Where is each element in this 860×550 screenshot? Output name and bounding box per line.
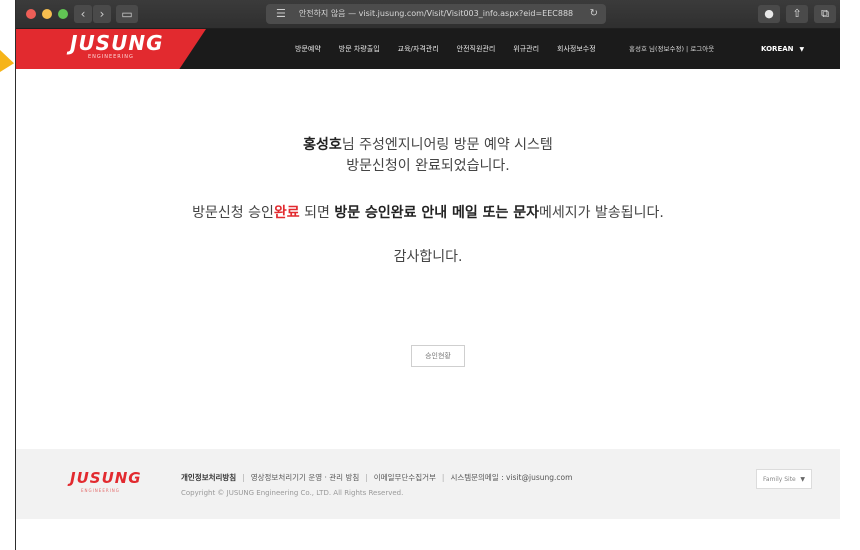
footer-logo-sub: ENGINEERING bbox=[81, 488, 120, 493]
message-line-2: 방문신청이 완료되었습니다. bbox=[346, 158, 510, 174]
site-header: JUSUNG ENGINEERING 방문예약 방문 차량출입 교육/자격관리 … bbox=[16, 29, 840, 69]
message-line-3-highlight: 완료 bbox=[273, 205, 300, 221]
message-line-1-text: 님 주성엔지니어링 방문 예약 시스템 bbox=[341, 137, 553, 153]
browser-titlebar: ‹ › ▭ ☰ 안전하지 않음 — visit.jusung.com/Visit… bbox=[16, 0, 840, 29]
chevron-down-icon: ▼ bbox=[799, 46, 805, 53]
message-line-1: 홍성호님 주성엔지니어링 방문 예약 시스템 bbox=[16, 134, 840, 154]
site-footer: JUSUNG ENGINEERING 개인정보처리방침 | 영상정보처리기기 운영 … bbox=[16, 449, 840, 519]
main-content: 홍성호님 주성엔지니어링 방문 예약 시스템 방문신청이 완료되었습니다. 방문… bbox=[16, 69, 840, 449]
chevron-down-icon: ▼ bbox=[800, 476, 805, 483]
approval-status-button[interactable]: 승인현황 bbox=[411, 345, 465, 367]
maximize-window-button[interactable] bbox=[58, 9, 68, 19]
nav-education[interactable]: 교육/자격관리 bbox=[389, 29, 448, 69]
nav-company-info[interactable]: 회사정보수정 bbox=[548, 29, 605, 69]
footer-links: 개인정보처리방침 | 영상정보처리기기 운영 · 관리 방침 | 이메일무단수집거부 | 시… bbox=[181, 472, 572, 483]
message-line-3-part1: 방문신청 승인 bbox=[192, 205, 274, 221]
copyright: Copyright © JUSUNG Engineering Co., LTD.… bbox=[181, 489, 404, 497]
message-line-3: 방문신청 승인완료 되면 방문 승인완료 안내 메일 또는 문자메세지가 발송됩… bbox=[16, 202, 840, 222]
family-site-label: Family Site bbox=[763, 476, 796, 483]
share-icon[interactable]: ⇧ bbox=[786, 5, 808, 23]
footer-separator: | bbox=[441, 473, 445, 482]
nav-visit-reservation[interactable]: 방문예약 bbox=[286, 29, 330, 69]
message-line-3-part3: 메세지가 발송됩니다. bbox=[539, 205, 664, 221]
forward-icon[interactable]: › bbox=[93, 5, 111, 23]
nav-safety-staff[interactable]: 안전직원관리 bbox=[448, 29, 505, 69]
message-line-4: 감사합니다. bbox=[393, 249, 463, 265]
language-label: KOREAN bbox=[761, 45, 794, 53]
sidebar-toggle-icon[interactable]: ▭ bbox=[116, 5, 138, 23]
back-icon[interactable]: ‹ bbox=[74, 5, 92, 23]
tabs-overview-icon[interactable]: ⧉ bbox=[814, 5, 836, 23]
footer-link-cctv[interactable]: 영상정보처리기기 운영 · 관리 방침 bbox=[251, 473, 360, 482]
reload-icon[interactable]: ↻ bbox=[590, 4, 598, 24]
site-logo-sub: ENGINEERING bbox=[88, 54, 134, 60]
address-bar[interactable]: ☰ 안전하지 않음 — visit.jusung.com/Visit/Visit… bbox=[266, 4, 606, 24]
nav-vehicle-entry[interactable]: 방문 차량출입 bbox=[330, 29, 389, 69]
extension-icon[interactable]: ● bbox=[758, 5, 780, 23]
browser-window: ‹ › ▭ ☰ 안전하지 않음 — visit.jusung.com/Visit… bbox=[15, 0, 840, 550]
footer-separator: | bbox=[242, 473, 245, 482]
footer-link-email-refusal[interactable]: 이메일무단수집거부 bbox=[374, 473, 436, 482]
message-line-3-part2: 되면 bbox=[299, 205, 335, 221]
reader-menu-icon[interactable]: ☰ bbox=[276, 4, 286, 24]
footer-logo: JUSUNG bbox=[70, 469, 142, 487]
footer-contact-email[interactable]: 시스템문의메일 : visit@jusung.com bbox=[450, 473, 572, 482]
minimize-window-button[interactable] bbox=[42, 9, 52, 19]
nav-violation[interactable]: 위규관리 bbox=[504, 29, 548, 69]
footer-separator: | bbox=[365, 473, 368, 482]
language-select[interactable]: KOREAN ▼ bbox=[761, 29, 804, 70]
close-window-button[interactable] bbox=[26, 9, 36, 19]
family-site-select[interactable]: Family Site ▼ bbox=[756, 469, 812, 489]
address-text: 안전하지 않음 — visit.jusung.com/Visit/Visit00… bbox=[298, 9, 574, 18]
message-line-3-bold: 방문 승인완료 안내 메일 또는 문자 bbox=[334, 205, 540, 221]
annotation-arrow bbox=[0, 50, 14, 72]
site-logo: JUSUNG bbox=[70, 31, 164, 55]
main-nav: 방문예약 방문 차량출입 교육/자격관리 안전직원관리 위규관리 회사정보수정 bbox=[286, 29, 605, 69]
user-links[interactable]: 홍성호 님(정보수정) | 로그아웃 bbox=[629, 29, 714, 69]
footer-link-privacy[interactable]: 개인정보처리방침 bbox=[181, 473, 236, 482]
logo-block[interactable]: JUSUNG ENGINEERING bbox=[16, 29, 206, 69]
visitor-name: 홍성호 bbox=[303, 137, 342, 153]
